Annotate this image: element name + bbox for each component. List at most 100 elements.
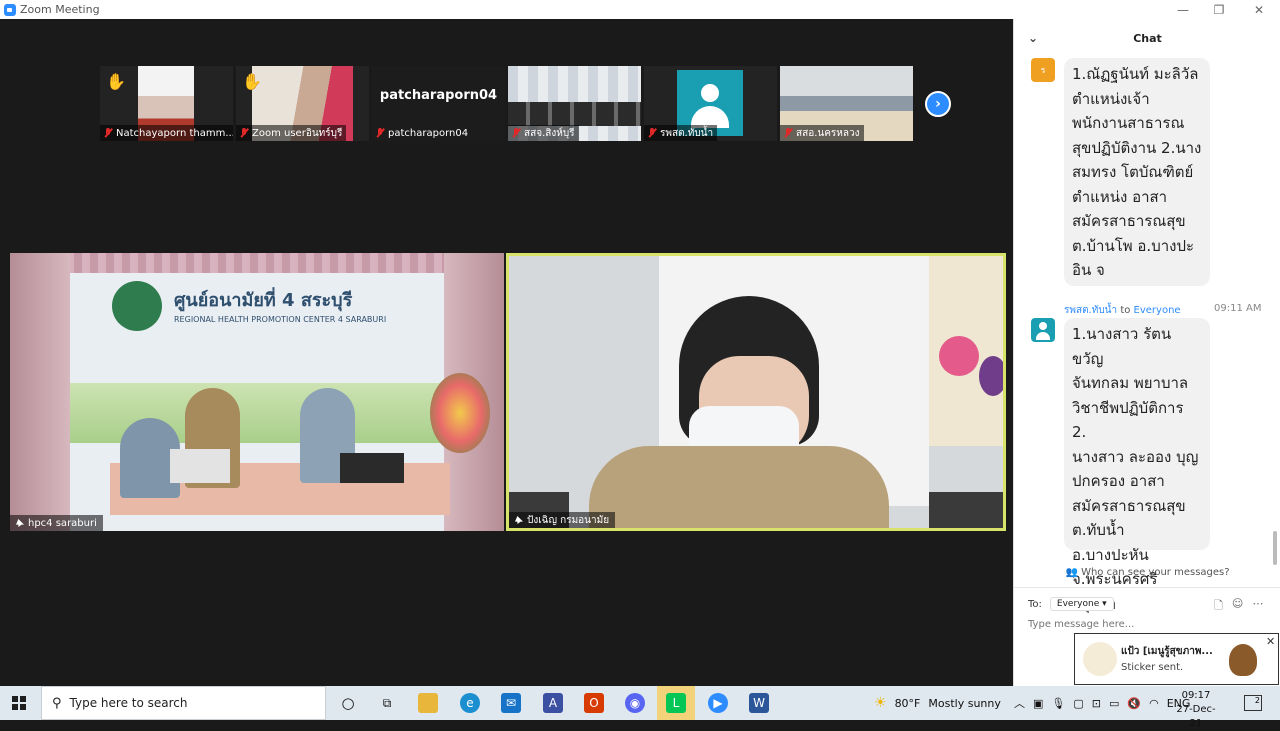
- windows-start-icon[interactable]: [12, 696, 26, 710]
- wifi-icon[interactable]: ◠: [1149, 697, 1159, 710]
- raised-hand-icon: ✋: [106, 72, 126, 91]
- participant-thumb[interactable]: patcharaporn04 patcharaporn04: [372, 66, 505, 141]
- task-view-icon[interactable]: ⧉: [377, 693, 397, 713]
- participant-name-bar: สสอ.นครหลวง: [780, 125, 864, 141]
- mic-muted-icon: [784, 128, 792, 138]
- message-line: วิชาชีพปฏิบัติการ 2.: [1072, 398, 1184, 442]
- tray-app-icon[interactable]: ▢: [1073, 697, 1083, 710]
- to-word: to: [1117, 305, 1134, 316]
- participant-thumb[interactable]: สสอ.นครหลวง: [780, 66, 913, 141]
- emoji-icon[interactable]: ☺: [1232, 597, 1243, 616]
- sender-name[interactable]: รพสต.ทับน้ำ: [1064, 305, 1117, 316]
- discord-icon[interactable]: ◉: [625, 693, 645, 713]
- participant-name-bar: สสจ.สิงห์บุรี: [508, 125, 579, 141]
- tray-app-icon[interactable]: ⊡: [1092, 697, 1101, 710]
- message-line: จันทกลม พยาบาล: [1072, 374, 1189, 392]
- line-icon[interactable]: L: [666, 693, 686, 713]
- message-line: ตำแหน่ง อาสา: [1072, 187, 1168, 206]
- chat-tools: 🗋 ☺ ⋯: [1214, 597, 1263, 616]
- app-icon[interactable]: A: [543, 693, 563, 713]
- raised-hand-icon: ✋: [242, 72, 262, 91]
- file-icon[interactable]: 🗋: [1214, 597, 1223, 616]
- clock-time: 09:17: [1181, 690, 1211, 701]
- message-line: ต.ทับน้ำ อ.บางปะหัน: [1072, 521, 1149, 564]
- taskbar-clock[interactable]: 09:17 27-Dec-21: [1172, 689, 1220, 731]
- participant-thumb[interactable]: รพสต.ทับน้ำ: [644, 66, 777, 141]
- window-title: Zoom Meeting: [20, 3, 100, 16]
- chat-header: ⌄ Chat: [1014, 19, 1280, 57]
- participant-name: รพสต.ทับน้ำ: [660, 127, 714, 139]
- file-explorer-icon[interactable]: [418, 693, 438, 713]
- weather-temp: 80°F: [894, 696, 921, 710]
- chat-scrollbar[interactable]: [1272, 59, 1278, 579]
- recipient-select[interactable]: Everyone ▾: [1049, 597, 1114, 611]
- pin-icon: [515, 516, 523, 524]
- mic-muted-icon: [512, 128, 520, 138]
- search-icon: ⚲: [52, 695, 62, 711]
- notification-title: แป้ว [เมนูรู้สุขภาพ...: [1121, 646, 1213, 657]
- tray-chevron-icon[interactable]: ︿: [1014, 695, 1025, 711]
- participant-thumb[interactable]: ✋ Natchayaporn thamm...: [100, 66, 233, 141]
- message-line: สมัครสาธารณสุข: [1072, 212, 1186, 230]
- restore-button[interactable]: ❐: [1200, 0, 1238, 19]
- participant-thumb[interactable]: สสจ.สิงห์บุรี: [508, 66, 641, 141]
- participant-name: Natchayaporn thamm...: [116, 127, 233, 139]
- message-line: สมัครสาธารณสุข: [1072, 496, 1186, 515]
- office-icon[interactable]: O: [584, 693, 604, 713]
- people-icon: 👥: [1065, 567, 1078, 578]
- bear-sticker-icon: [1229, 644, 1257, 676]
- windows-taskbar: ⚲ Type here to search ○ ⧉ e ✉ A O ◉ L ▶ …: [0, 686, 1280, 729]
- mail-icon[interactable]: ✉: [501, 693, 521, 713]
- who-can-see-text: Who can see your messages?: [1081, 567, 1230, 578]
- sticker-notification[interactable]: แป้ว [เมนูรู้สุขภาพ... Sticker sent. ✕: [1074, 633, 1279, 685]
- participant-name: ปังเฉิญ กรมอนามัย: [527, 514, 610, 526]
- message-line: ต.บ้านโพ อ.บางปะ: [1072, 236, 1195, 255]
- participant-name-bar: hpc4 saraburi: [10, 515, 103, 531]
- message-line: สมทรง โตบัณฑิตย์: [1072, 163, 1194, 181]
- message-line: สุขปฏิบัติงาน 2.นาง: [1072, 138, 1202, 157]
- zoom-icon[interactable]: ▶: [708, 693, 728, 713]
- pin-icon: [16, 519, 24, 527]
- cortana-icon[interactable]: ○: [338, 693, 358, 713]
- who-can-see-link[interactable]: 👥 Who can see your messages?: [1014, 567, 1280, 578]
- video-tile[interactable]: ศูนย์อนามัยที่ 4 สระบุรี REGIONAL HEALTH…: [10, 253, 504, 531]
- health-department-logo-icon: [112, 281, 162, 331]
- banner-english-title: REGIONAL HEALTH PROMOTION CENTER 4 SARAB…: [174, 315, 387, 324]
- minimize-button[interactable]: —: [1164, 0, 1202, 19]
- notification-close-button[interactable]: ✕: [1266, 635, 1275, 648]
- weather-widget[interactable]: ☀ 80°F Mostly sunny: [874, 686, 1001, 720]
- participant-thumb[interactable]: ✋ Zoom userอินทร์บุรี: [236, 66, 369, 141]
- message-line: นางสาว ละออง บุญ: [1072, 447, 1199, 466]
- weather-text: Mostly sunny: [928, 696, 1001, 710]
- tray-app-icon[interactable]: ▣: [1033, 697, 1043, 710]
- notification-subtitle: Sticker sent.: [1121, 662, 1184, 673]
- message-sender-line: รพสต.ทับน้ำ to Everyone: [1064, 303, 1181, 318]
- video-area: ✋ Natchayaporn thamm... ✋ Zoom userอินทร…: [0, 19, 1013, 686]
- message-line: ปกครอง อาสา: [1072, 472, 1165, 490]
- active-speaker-tile[interactable]: ปังเฉิญ กรมอนามัย: [506, 253, 1006, 531]
- message-line: 1.นางสาว รัตนขวัญ: [1072, 325, 1172, 368]
- participant-name-bar: รพสต.ทับน้ำ: [644, 125, 718, 141]
- chat-message-input[interactable]: [1028, 619, 1258, 630]
- edge-icon[interactable]: e: [460, 693, 480, 713]
- participant-name-bar: patcharaporn04: [372, 125, 472, 141]
- recipient-row: To: Everyone ▾: [1028, 597, 1114, 611]
- notification-center-icon[interactable]: 2: [1244, 695, 1262, 711]
- participant-name: Zoom userอินทร์บุรี: [252, 127, 343, 139]
- battery-icon[interactable]: ▭: [1109, 697, 1119, 710]
- collapse-chevron-icon[interactable]: ⌄: [1028, 31, 1038, 45]
- word-icon[interactable]: W: [749, 693, 769, 713]
- avatar: [1031, 318, 1055, 342]
- chat-title: Chat: [1133, 31, 1162, 45]
- volume-muted-icon[interactable]: 🔇: [1127, 697, 1141, 710]
- message-line: อิน จ: [1072, 261, 1105, 279]
- mic-muted-icon: [240, 128, 248, 138]
- taskbar-search[interactable]: ⚲ Type here to search: [41, 686, 326, 720]
- mic-muted-icon: [376, 128, 384, 138]
- next-page-button[interactable]: ›: [925, 91, 951, 117]
- close-button[interactable]: ✕: [1240, 0, 1278, 19]
- chat-panel: ⌄ Chat ร 1.ณัฏฐนันท์ มะลิวัล ตำแหน่งเจ้า…: [1013, 19, 1280, 686]
- more-icon[interactable]: ⋯: [1252, 597, 1263, 616]
- banner-thai-title: ศูนย์อนามัยที่ 4 สระบุรี: [174, 290, 353, 311]
- microphone-icon[interactable]: 🎙: [1051, 697, 1065, 710]
